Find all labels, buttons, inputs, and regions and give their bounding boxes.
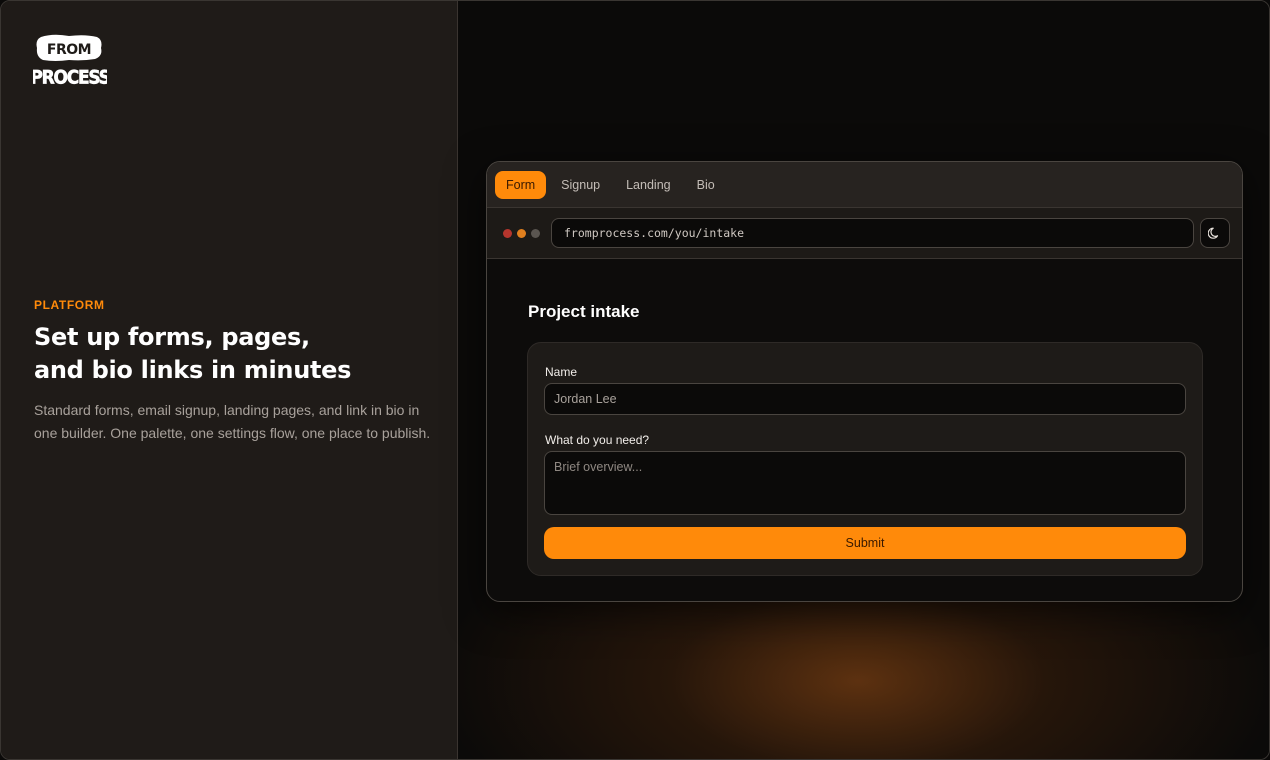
moon-icon bbox=[1208, 227, 1219, 239]
tab-signup[interactable]: Signup bbox=[550, 171, 611, 199]
hero-description: Standard forms, email signup, landing pa… bbox=[34, 402, 431, 441]
need-label: What do you need? bbox=[545, 433, 650, 447]
name-label: Name bbox=[545, 365, 578, 379]
address-bar: fromprocess.com/you/intake bbox=[487, 208, 1242, 259]
tab-landing[interactable]: Landing bbox=[615, 171, 682, 199]
eyebrow-label: PLATFORM bbox=[34, 298, 105, 312]
app-frame: FROM PROCESS PLATFORM Set up forms, page… bbox=[0, 0, 1270, 760]
svg-text:PROCESS: PROCESS bbox=[33, 68, 107, 88]
window-maximize-dot bbox=[531, 229, 540, 238]
need-textarea[interactable]: Brief overview... bbox=[544, 451, 1186, 515]
page-title: Project intake bbox=[528, 302, 640, 321]
preview-panel: Form Signup Landing Bio fromprocess.com/… bbox=[458, 1, 1269, 759]
submit-button[interactable]: Submit bbox=[544, 527, 1186, 559]
tab-bio[interactable]: Bio bbox=[686, 171, 726, 199]
window-minimize-dot bbox=[517, 229, 526, 238]
svg-text:FROM: FROM bbox=[47, 42, 91, 58]
window-close-dot bbox=[503, 229, 512, 238]
template-tabs: Form Signup Landing Bio bbox=[487, 162, 1242, 208]
headline-line-2: and bio links in minutes bbox=[34, 356, 352, 384]
tab-form[interactable]: Form bbox=[495, 170, 547, 199]
from-process-logo: FROM PROCESS bbox=[33, 34, 107, 88]
name-input[interactable]: Jordan Lee bbox=[544, 383, 1186, 415]
headline-line-1: Set up forms, pages, bbox=[34, 323, 310, 351]
intake-form-card: Name Jordan Lee What do you need? Brief … bbox=[527, 342, 1203, 576]
theme-toggle-button[interactable] bbox=[1200, 218, 1230, 248]
hero-panel: FROM PROCESS PLATFORM Set up forms, page… bbox=[1, 1, 458, 759]
headline: Set up forms, pages, and bio links in mi… bbox=[34, 321, 434, 387]
url-field[interactable]: fromprocess.com/you/intake bbox=[551, 218, 1194, 248]
browser-preview: Form Signup Landing Bio fromprocess.com/… bbox=[486, 161, 1243, 602]
